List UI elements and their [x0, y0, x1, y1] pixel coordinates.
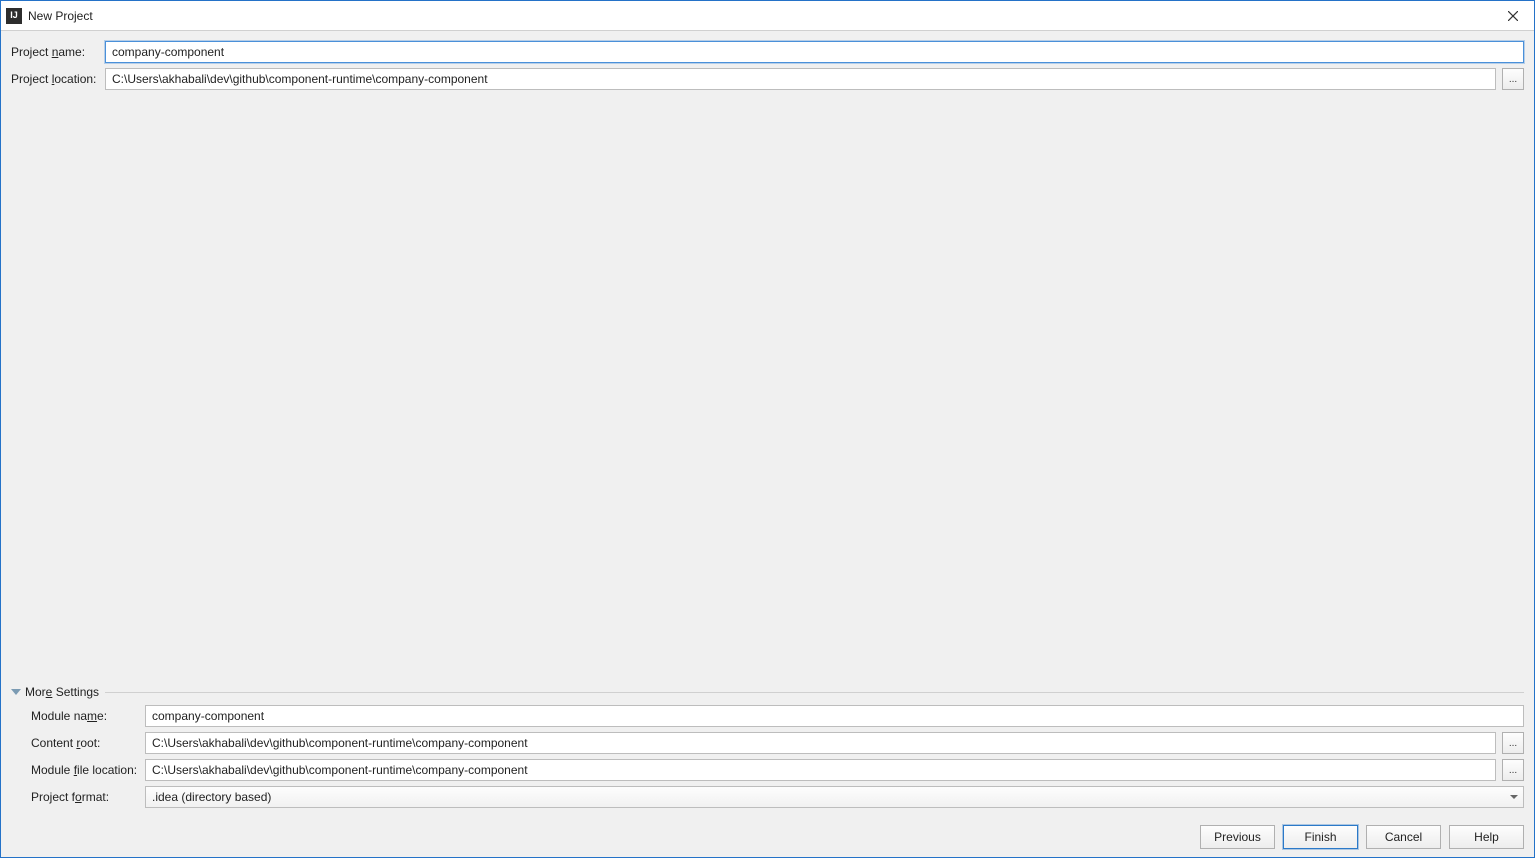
- content-root-row: Content root: ...: [11, 732, 1524, 754]
- module-file-location-browse-button[interactable]: ...: [1502, 759, 1524, 781]
- project-name-row: Project name:: [11, 41, 1524, 63]
- section-rule: [105, 692, 1524, 693]
- project-format-dropdown-wrap: .idea (directory based): [145, 786, 1524, 808]
- project-location-browse-button[interactable]: ...: [1502, 68, 1524, 90]
- content-root-browse-button[interactable]: ...: [1502, 732, 1524, 754]
- previous-button[interactable]: Previous: [1200, 825, 1275, 849]
- module-file-location-label: Module file location:: [31, 763, 139, 777]
- dialog-body: Project name: Project location: ... More…: [1, 31, 1534, 857]
- titlebar: IJ New Project: [1, 1, 1534, 31]
- module-file-location-row: Module file location: ...: [11, 759, 1524, 781]
- more-settings-block: Module name: Content root: ... Module fi…: [11, 705, 1524, 813]
- spacer: [11, 95, 1524, 679]
- module-name-row: Module name:: [11, 705, 1524, 727]
- project-format-dropdown[interactable]: .idea (directory based): [145, 786, 1524, 808]
- cancel-button[interactable]: Cancel: [1366, 825, 1441, 849]
- intellij-icon: IJ: [6, 8, 22, 24]
- close-button[interactable]: [1495, 3, 1531, 29]
- project-format-row: Project format: .idea (directory based): [11, 786, 1524, 808]
- button-bar: Previous Finish Cancel Help: [11, 813, 1524, 849]
- more-settings-header[interactable]: More Settings: [11, 685, 1524, 699]
- more-settings-title: More Settings: [25, 685, 99, 699]
- project-format-label: Project format:: [31, 790, 139, 804]
- module-name-input[interactable]: [145, 705, 1524, 727]
- project-location-row: Project location: ...: [11, 68, 1524, 90]
- content-root-input[interactable]: [145, 732, 1496, 754]
- project-name-label: Project name:: [11, 45, 99, 59]
- module-file-location-input[interactable]: [145, 759, 1496, 781]
- close-icon: [1508, 11, 1518, 21]
- finish-button[interactable]: Finish: [1283, 825, 1358, 849]
- chevron-down-icon: [11, 689, 21, 695]
- project-location-input[interactable]: [105, 68, 1496, 90]
- project-name-input[interactable]: [105, 41, 1524, 63]
- new-project-dialog: IJ New Project Project name: Project loc…: [0, 0, 1535, 858]
- content-root-label: Content root:: [31, 736, 139, 750]
- project-location-label: Project location:: [11, 72, 99, 86]
- module-name-label: Module name:: [31, 709, 139, 723]
- help-button[interactable]: Help: [1449, 825, 1524, 849]
- window-title: New Project: [28, 9, 1495, 23]
